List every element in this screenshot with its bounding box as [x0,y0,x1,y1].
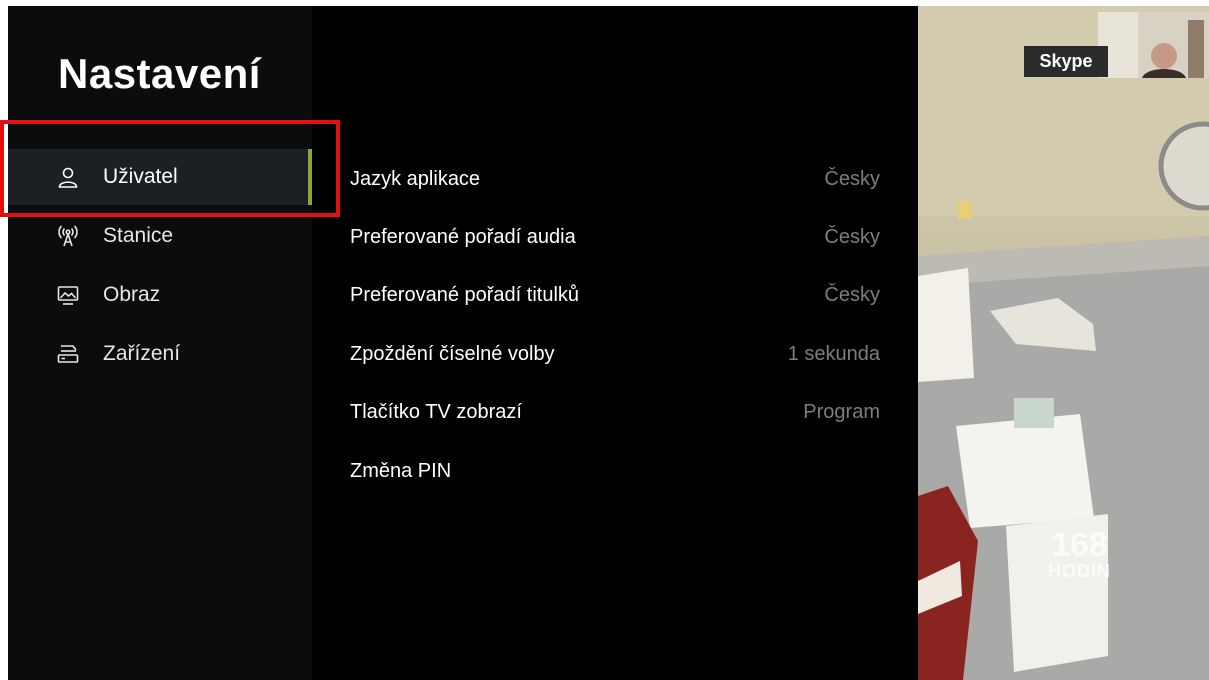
setting-value: Česky [824,168,880,190]
user-icon [56,165,80,189]
watermark-logo: 168 HODIN [1048,528,1111,580]
page-title: Nastavení [58,50,261,97]
setting-row-subtitle-order[interactable]: Preferované pořadí titulků Česky [350,276,880,312]
sidebar-item-label: Obraz [103,283,161,306]
setting-label: Tlačítko TV zobrazí [350,401,522,423]
sidebar-item-user[interactable]: Uživatel [8,149,312,205]
sidebar-item-label: Zařízení [103,342,181,365]
sidebar-item-label: Uživatel [103,165,178,188]
setting-label: Preferované pořadí titulků [350,284,580,306]
setting-row-tv-button[interactable]: Tlačítko TV zobrazí Program [350,393,880,429]
antenna-icon [56,224,80,248]
sidebar-item-label: Stanice [103,224,174,247]
sidebar-item-stations[interactable]: Stanice [8,208,312,264]
set-top-box-icon [56,342,80,366]
picture-icon [56,283,80,307]
setting-row-change-pin[interactable]: Změna PIN [350,452,880,488]
sidebar-item-picture[interactable]: Obraz [8,267,312,323]
setting-label: Zpoždění číselné volby [350,343,555,365]
setting-value: Program [803,401,880,423]
watermark-number: 168 [1051,526,1108,564]
setting-label: Změna PIN [350,460,452,482]
setting-value: Česky [824,226,880,248]
skype-self-view [1098,12,1209,78]
setting-value: Česky [824,284,880,306]
skype-label: Skype [1024,46,1108,77]
setting-row-audio-order[interactable]: Preferované pořadí audia Česky [350,218,880,254]
watermark-word: HODIN [1048,561,1111,581]
setting-row-numeric-delay[interactable]: Zpoždění číselné volby 1 sekunda [350,335,880,371]
setting-label: Preferované pořadí audia [350,226,576,248]
setting-value: 1 sekunda [787,343,880,365]
setting-label: Jazyk aplikace [350,168,481,190]
sidebar-item-device[interactable]: Zařízení [8,326,312,382]
setting-row-app-language[interactable]: Jazyk aplikace Česky [350,160,880,196]
